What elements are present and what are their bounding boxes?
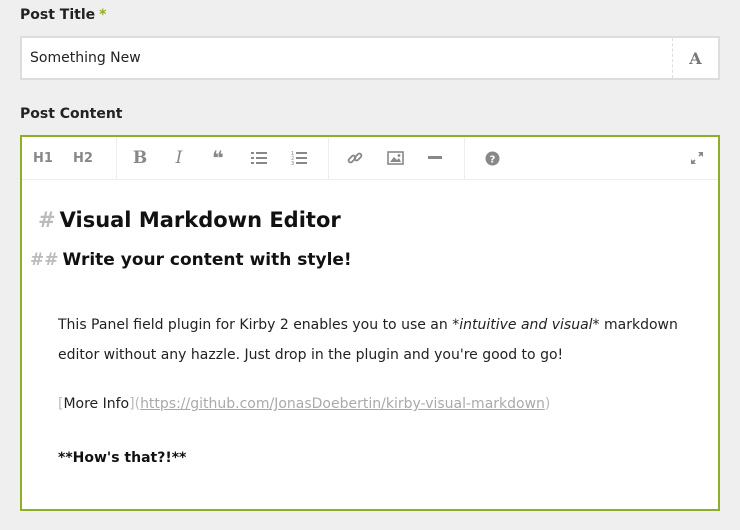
horizontal-rule-icon[interactable] <box>424 137 446 179</box>
heading-1: # Visual Markdown Editor <box>38 208 341 232</box>
post-title-label: Post Title * <box>20 7 106 23</box>
heading-2-text: Write your content with style! <box>62 250 352 270</box>
quote-icon[interactable]: ❝ <box>207 137 229 179</box>
markdown-editor[interactable]: H1 H2 B I ❝ 1 2 3 ? # Visual Markdown Ed… <box>20 135 720 511</box>
bold-icon[interactable]: B <box>129 137 151 179</box>
link-icon[interactable] <box>344 137 366 179</box>
svg-text:?: ? <box>489 154 495 165</box>
link-bracket-mid: ]( <box>129 396 141 412</box>
font-icon[interactable]: A <box>673 38 718 78</box>
h1-button[interactable]: H1 <box>30 137 56 179</box>
heading-1-text: Visual Markdown Editor <box>59 208 341 232</box>
required-marker: * <box>99 7 107 23</box>
image-icon[interactable] <box>384 137 406 179</box>
h1-hash-marker: # <box>38 208 56 232</box>
link-url[interactable]: https://github.com/JonasDoebertin/kirby-… <box>140 396 545 412</box>
toolbar-separator <box>464 137 465 179</box>
post-title-field[interactable]: A <box>20 36 720 80</box>
paragraph-emphasis: *intuitive and visual* <box>452 317 600 333</box>
unordered-list-icon[interactable] <box>248 137 270 179</box>
post-title-input[interactable] <box>22 38 662 78</box>
toolbar-separator <box>116 137 117 179</box>
paragraph: This Panel field plugin for Kirby 2 enab… <box>58 310 708 370</box>
h2-hash-marker: ## <box>30 250 59 270</box>
svg-text:3: 3 <box>291 161 294 166</box>
post-title-label-text: Post Title <box>20 7 96 23</box>
heading-2: ## Write your content with style! <box>30 250 352 270</box>
link-bracket-close: ) <box>544 396 551 412</box>
markdown-link: [More Info](https://github.com/JonasDoeb… <box>58 394 550 414</box>
post-content-label: Post Content <box>20 106 123 122</box>
help-icon[interactable]: ? <box>481 137 503 179</box>
link-text: More Info <box>63 396 130 412</box>
toolbar-separator <box>328 137 329 179</box>
paragraph-text-start: This Panel field plugin for Kirby 2 enab… <box>58 317 453 333</box>
bold-text-line: **How's that?!** <box>58 450 187 466</box>
editor-toolbar: H1 H2 B I ❝ 1 2 3 ? <box>22 137 718 180</box>
ordered-list-icon[interactable]: 1 2 3 <box>288 137 310 179</box>
editor-content[interactable]: # Visual Markdown Editor ## Write your con… <box>22 180 718 509</box>
h2-button[interactable]: H2 <box>69 137 97 179</box>
italic-icon[interactable]: I <box>169 137 189 179</box>
fullscreen-icon[interactable] <box>686 137 708 179</box>
